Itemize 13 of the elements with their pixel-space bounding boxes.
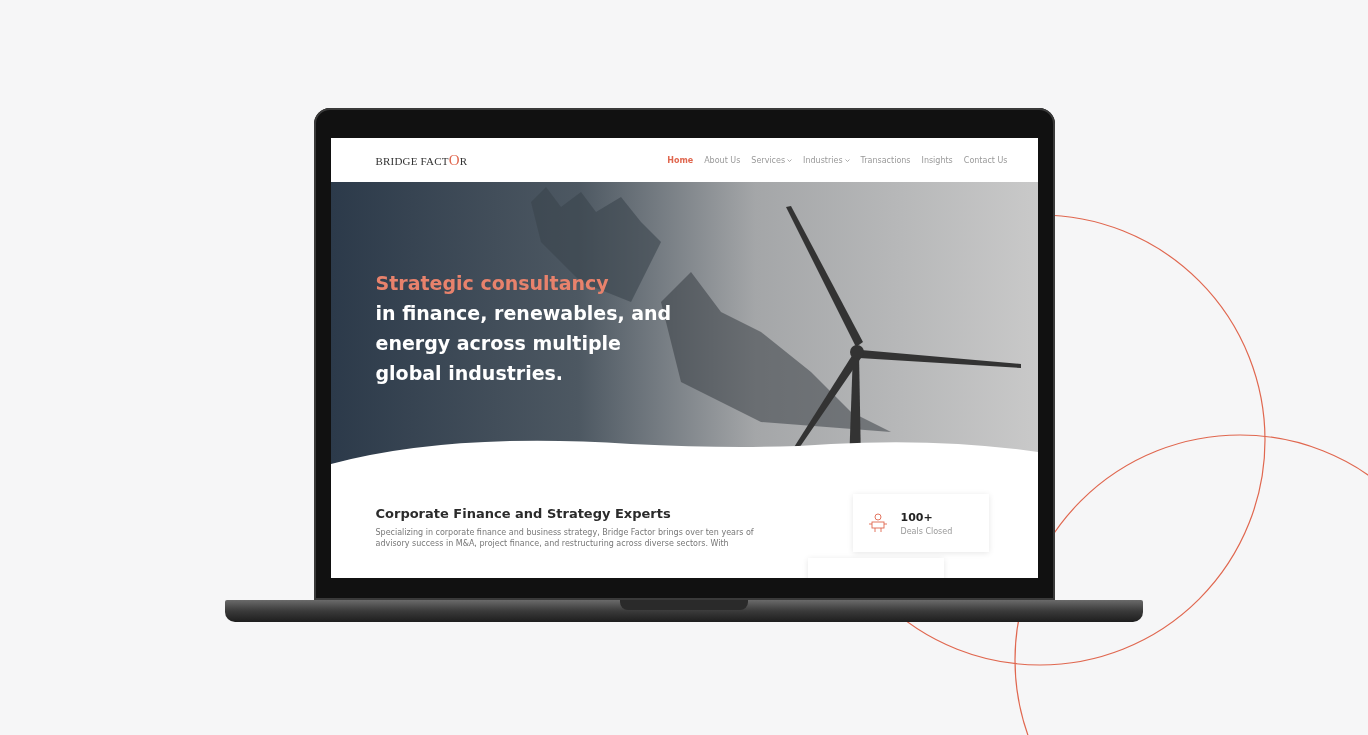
section-paragraph: Specializing in corporate finance and business strategy, Bridge Factor brings over ten years of advisory success in M&A, project finance, and restructuring across diverse sectors. With <box>375 527 755 549</box>
section-heading: Corporate Finance and Strategy Experts <box>375 506 672 521</box>
hero-heading: Strategic consultancy in finance, renewables, and energy across multiple global industries. <box>374 271 673 386</box>
nav-link[interactable]: Home <box>667 155 694 165</box>
nav-link[interactable]: Contact Us <box>963 155 1008 165</box>
nav-link[interactable]: Services <box>751 155 793 165</box>
nav-link[interactable]: About Us <box>704 155 741 165</box>
stat-value: 100+ <box>900 510 934 524</box>
nav-link[interactable]: Insights <box>921 155 953 165</box>
stat-label: Deals Closed <box>900 526 953 536</box>
nav-link[interactable]: Industries <box>803 155 850 165</box>
logo[interactable]: BRIDGE FACTOR <box>375 151 468 169</box>
nav-link[interactable]: Transactions <box>860 155 911 165</box>
